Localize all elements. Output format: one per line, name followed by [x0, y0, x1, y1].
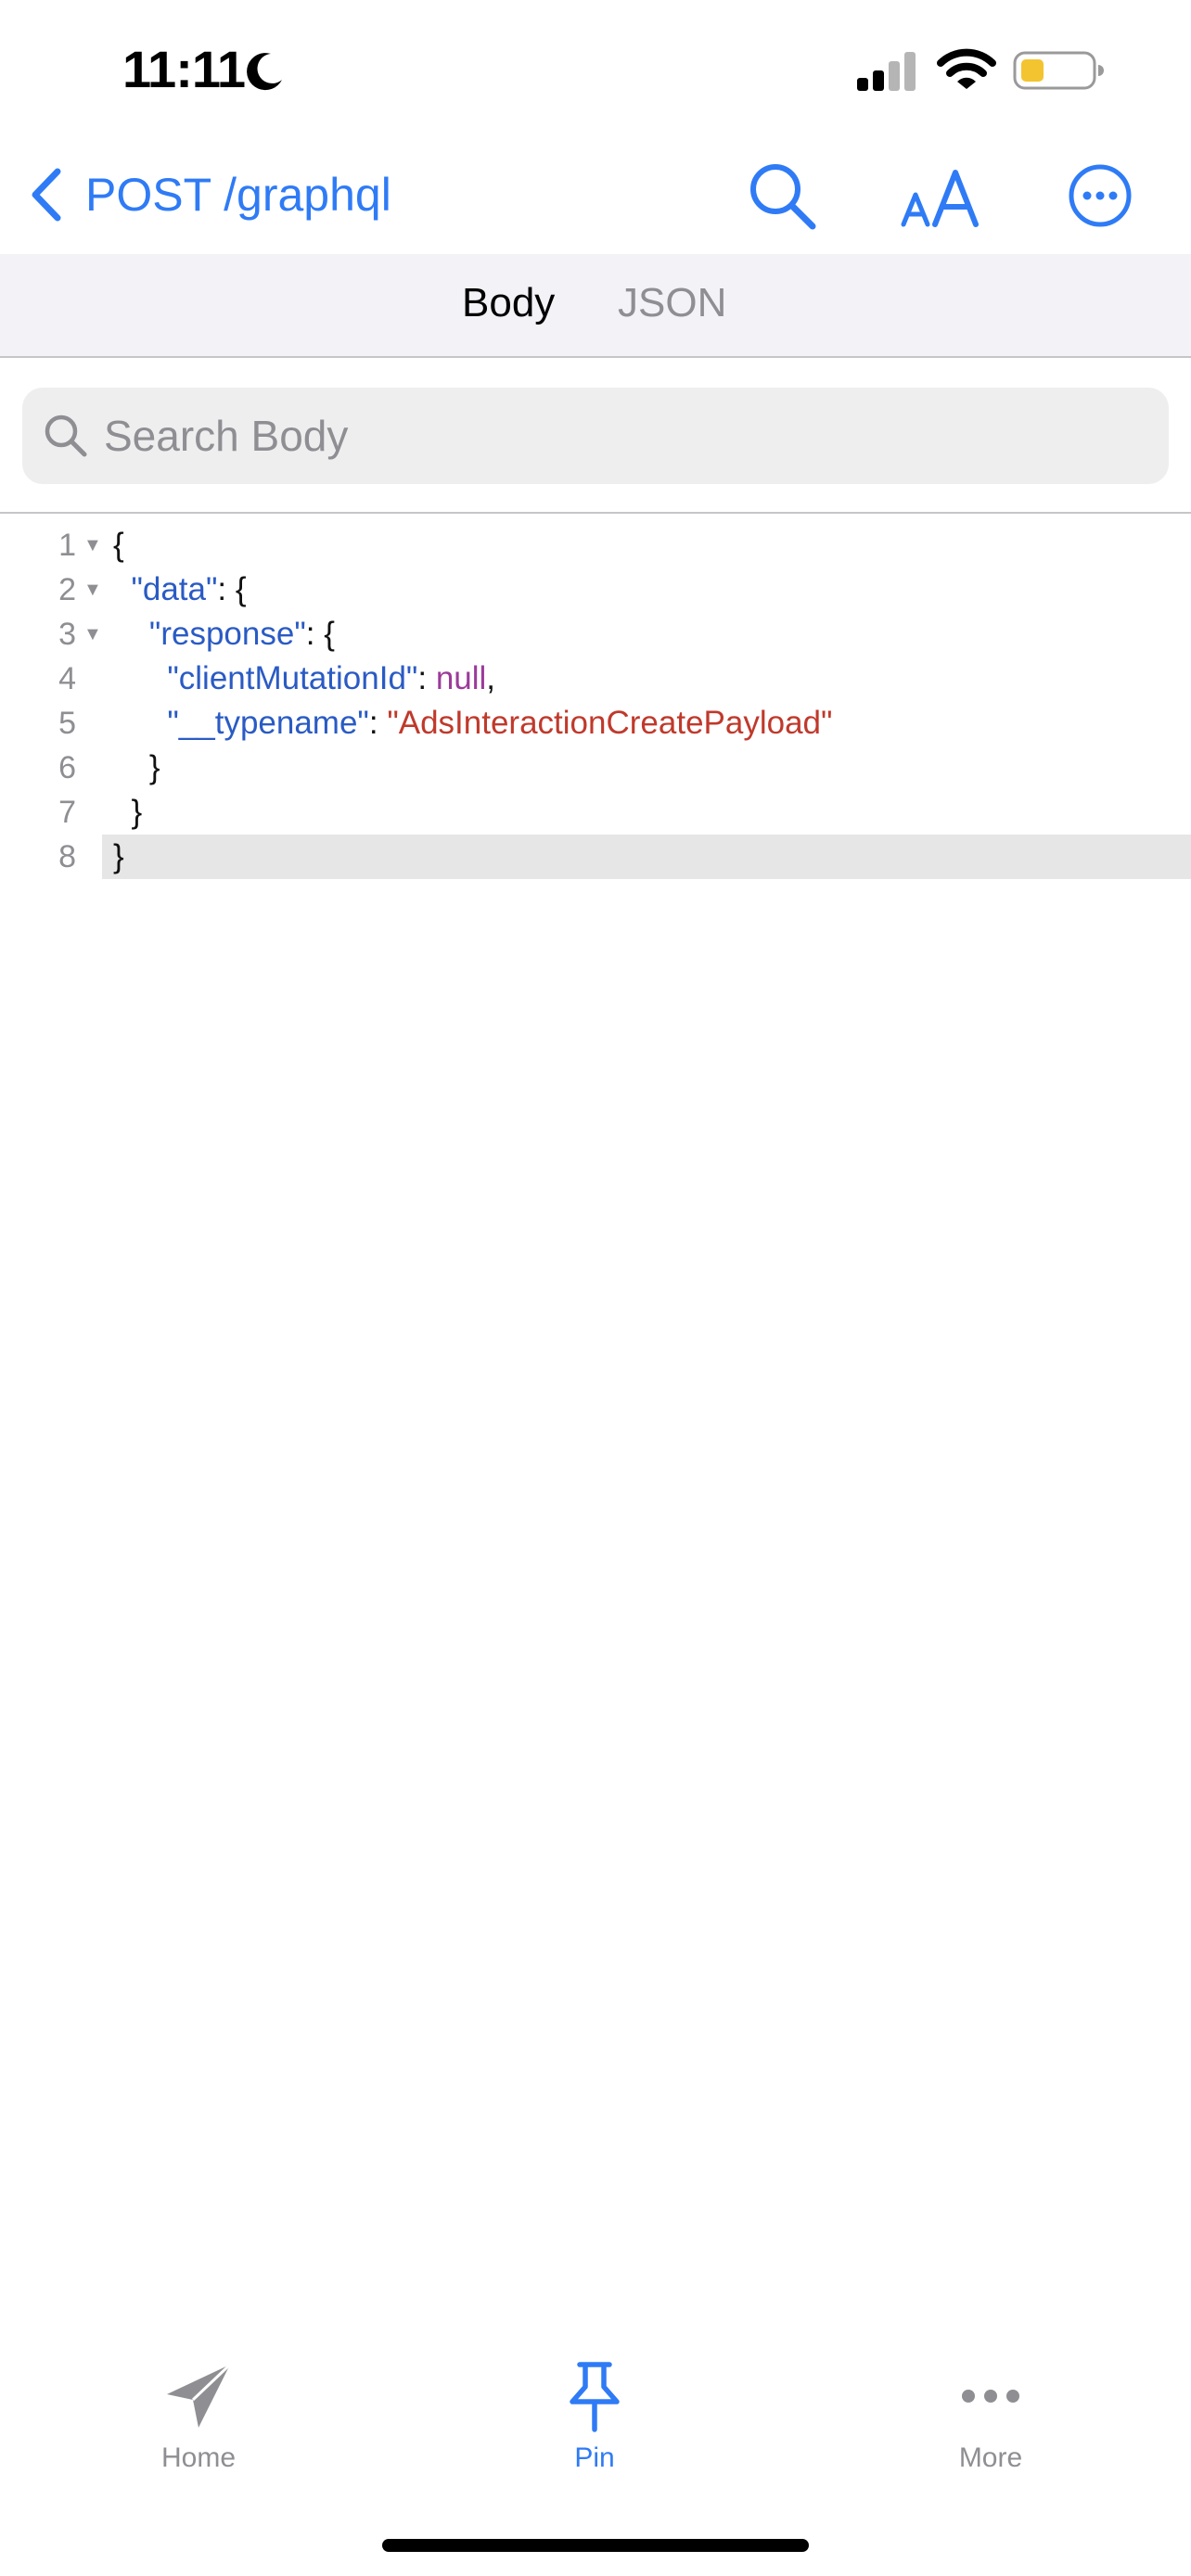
code-text: }	[113, 838, 124, 874]
search-icon	[750, 164, 816, 230]
back-button[interactable]: POST /graphql	[28, 158, 391, 232]
json-key: "data"	[131, 571, 218, 607]
json-punct: :	[368, 705, 388, 741]
more-options-button[interactable]	[1065, 158, 1135, 234]
code-line: 2 ▼ "data": {	[0, 567, 1191, 612]
line-number: 1	[58, 528, 76, 563]
json-punct: }	[148, 749, 160, 785]
search-input[interactable]	[104, 411, 1124, 461]
code-text: }	[113, 746, 160, 790]
code-line: 4 "clientMutationId": null,	[0, 657, 1191, 701]
fold-arrow-icon[interactable]: ▼	[83, 612, 102, 657]
tabbar-label: Pin	[574, 2442, 615, 2473]
line-number: 8	[58, 839, 76, 874]
code-text: "__typename": "AdsInteractionCreatePaylo…	[113, 701, 832, 746]
text-size-icon	[901, 170, 979, 227]
home-indicator[interactable]	[382, 2539, 809, 2552]
code-line: 1 ▼ {	[0, 523, 1191, 567]
paper-plane-icon	[167, 2363, 232, 2428]
status-time: 11:11	[122, 40, 246, 98]
code-line: 7 }	[0, 790, 1191, 835]
fold-arrow-icon[interactable]: ▼	[83, 567, 102, 612]
code-line: 6 }	[0, 746, 1191, 790]
json-punct: :	[417, 660, 436, 696]
chevron-left-icon	[32, 168, 61, 222]
signal-icon	[857, 52, 916, 91]
tab-body[interactable]: Body	[462, 280, 555, 326]
tabbar-more[interactable]: More	[907, 2359, 1074, 2498]
status-bar: 11:11	[0, 0, 1191, 139]
search-button[interactable]	[744, 158, 820, 234]
line-number: 3	[58, 617, 76, 652]
code-text: }	[113, 790, 142, 835]
search-area	[0, 358, 1191, 514]
navigation-bar: POST /graphql	[0, 139, 1191, 254]
fold-arrow-icon[interactable]: ▼	[83, 523, 102, 567]
json-string-value: "AdsInteractionCreatePayload"	[387, 705, 833, 741]
line-number: 6	[58, 750, 76, 785]
json-punct: : {	[217, 571, 247, 607]
tabbar-label: Home	[160, 2442, 237, 2473]
line-number: 7	[58, 795, 76, 830]
tabbar-label: More	[958, 2442, 1023, 2473]
json-punct: ,	[486, 660, 496, 696]
json-key: "__typename"	[167, 705, 369, 741]
wifi-icon	[937, 48, 996, 89]
json-key: "response"	[148, 616, 306, 652]
text-size-button[interactable]	[900, 158, 983, 234]
json-punct: : {	[305, 616, 335, 652]
code-viewer: 1 ▼ { 2 ▼ "data": { 3 ▼ "response": { 4 …	[0, 523, 1191, 879]
code-text: "data": {	[113, 567, 247, 612]
code-text: "clientMutationId": null,	[113, 657, 495, 701]
line-number: 5	[58, 706, 76, 741]
search-field[interactable]	[22, 388, 1169, 484]
line-number: 2	[58, 572, 76, 607]
code-line: 3 ▼ "response": {	[0, 612, 1191, 657]
tabbar-pin[interactable]: Pin	[511, 2359, 678, 2498]
json-key: "clientMutationId"	[167, 660, 418, 696]
json-null-value: null	[435, 660, 487, 696]
code-text: {	[113, 527, 124, 563]
screen: 11:11 POST /graphql Body JSON Search Bod…	[0, 0, 1191, 2576]
json-punct: }	[131, 794, 143, 830]
tabbar-home[interactable]: Home	[115, 2359, 282, 2498]
tab-strip: Body JSON	[0, 254, 1191, 358]
page-title: POST /graphql	[85, 169, 391, 221]
moon-icon	[247, 53, 282, 91]
tab-json[interactable]: JSON	[618, 280, 726, 326]
ellipsis-circle-icon	[1069, 164, 1132, 227]
pin-icon	[570, 2362, 620, 2432]
ellipsis-icon	[962, 2390, 1019, 2403]
code-text: "response": {	[113, 612, 335, 657]
code-line: 5 "__typename": "AdsInteractionCreatePay…	[0, 701, 1191, 746]
code-line-highlighted: 8 }	[58, 835, 1191, 879]
search-icon	[45, 414, 87, 457]
battery-icon	[1013, 51, 1104, 90]
line-number: 4	[58, 661, 76, 696]
